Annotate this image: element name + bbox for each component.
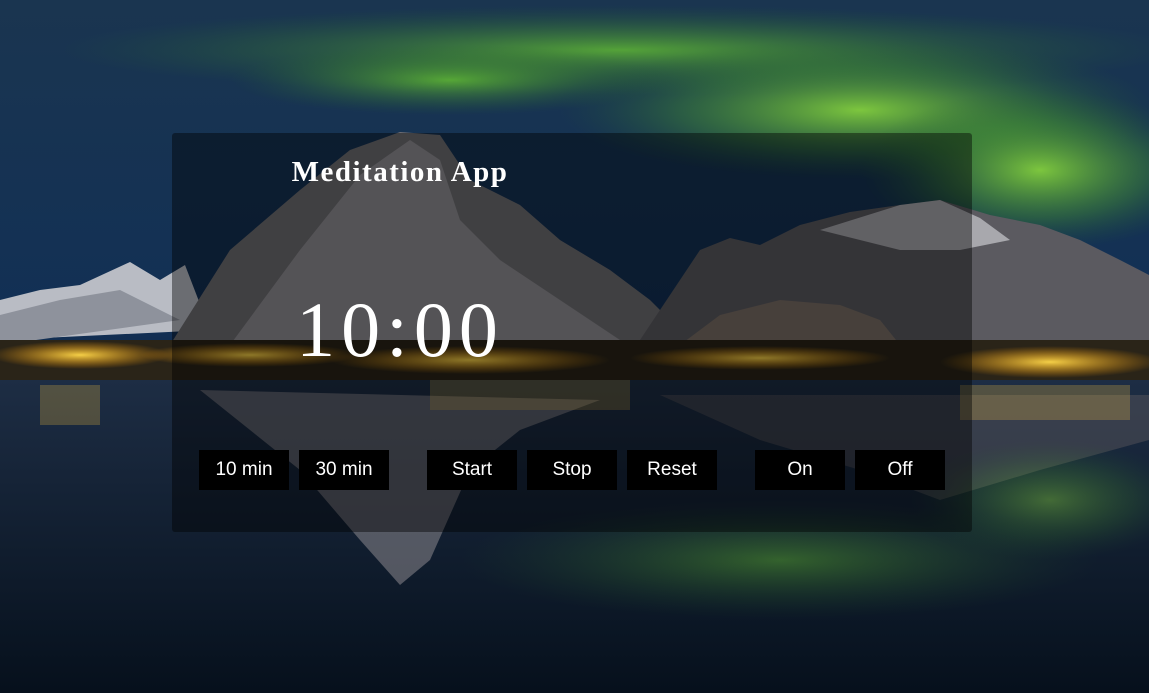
- timer-display: 10:00: [296, 286, 504, 373]
- reset-button[interactable]: Reset: [627, 450, 717, 490]
- sound-off-button[interactable]: Off: [855, 450, 945, 490]
- stop-button[interactable]: Stop: [527, 450, 617, 490]
- duration-10-min-button[interactable]: 10 min: [199, 450, 289, 490]
- sound-on-button[interactable]: On: [755, 450, 845, 490]
- start-button[interactable]: Start: [427, 450, 517, 490]
- app-title: Meditation App: [291, 156, 509, 188]
- duration-30-min-button[interactable]: 30 min: [299, 450, 389, 490]
